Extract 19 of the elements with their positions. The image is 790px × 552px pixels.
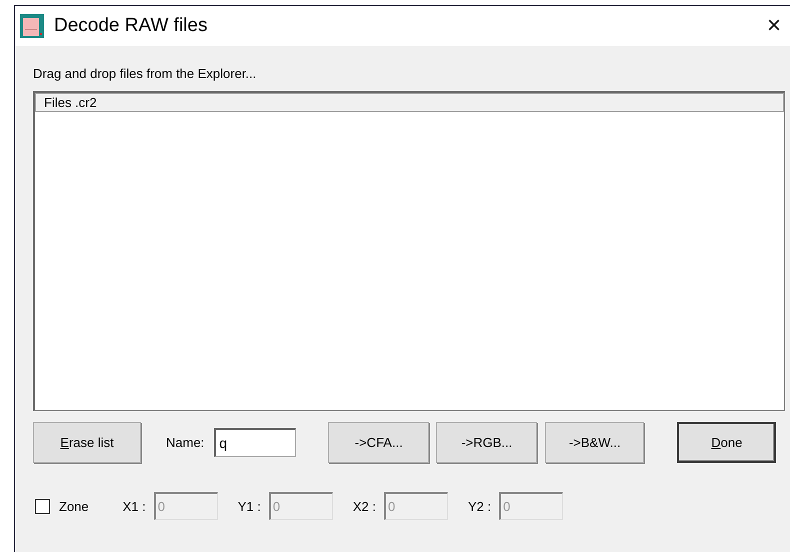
- window-title: Decode RAW files: [54, 15, 208, 37]
- action-button[interactable]: ->RGB...: [436, 422, 538, 463]
- app-icon: [20, 14, 44, 38]
- zone-checkbox[interactable]: [35, 498, 50, 514]
- name-field[interactable]: q: [214, 428, 296, 457]
- instruction-text: Drag and drop files from the Explorer...: [33, 66, 258, 81]
- action-button[interactable]: Erase list: [33, 422, 141, 463]
- coordinate-label: Y2 :: [468, 498, 492, 514]
- coordinate-label: X2 :: [352, 498, 376, 514]
- action-button[interactable]: ->B&W...: [545, 422, 644, 463]
- action-button[interactable]: ->CFA...: [328, 422, 430, 463]
- close-icon[interactable]: ×: [766, 12, 781, 40]
- action-button[interactable]: Done: [677, 422, 776, 463]
- coordinate-label: Y1 :: [238, 498, 261, 514]
- name-label: Name:: [166, 435, 204, 450]
- file-list[interactable]: Files .cr2: [33, 91, 785, 411]
- coordinate-label: X1 :: [122, 498, 146, 514]
- column-header[interactable]: Files .cr2: [35, 93, 784, 112]
- zone-label: Zone: [59, 498, 89, 514]
